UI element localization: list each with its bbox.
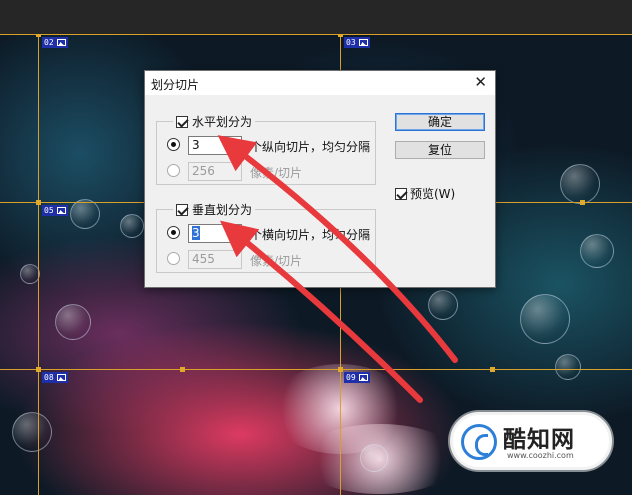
slice-number: 05 <box>44 206 54 215</box>
bubble <box>70 199 100 229</box>
image-slice-icon <box>358 39 368 46</box>
horizontal-pixel-radio[interactable] <box>167 164 180 177</box>
slice-guide-horizontal[interactable] <box>0 369 632 370</box>
slice-handle[interactable] <box>180 367 185 372</box>
slice-tag[interactable]: 05 <box>42 205 68 216</box>
dialog-titlebar[interactable]: 划分切片 ✕ <box>145 71 495 95</box>
checkbox-checked-icon[interactable] <box>395 187 407 200</box>
checkbox-checked-icon[interactable] <box>176 115 188 128</box>
slice-tag[interactable]: 08 <box>42 372 68 383</box>
slice-tag[interactable]: 03 <box>344 37 370 48</box>
slice-tag[interactable]: 09 <box>344 372 370 383</box>
slice-number: 09 <box>346 373 356 382</box>
bubble <box>20 264 40 284</box>
close-icon[interactable]: ✕ <box>474 74 487 90</box>
vertical-count-input[interactable]: 3 <box>188 224 242 243</box>
slice-guide-vertical[interactable] <box>38 34 39 495</box>
dialog-title: 划分切片 <box>151 78 200 92</box>
slice-handle[interactable] <box>36 200 41 205</box>
bubble <box>12 412 52 452</box>
reset-button[interactable]: 复位 <box>395 141 485 159</box>
watermark-name: 酷知网 <box>503 427 575 453</box>
vertical-divide-checkbox[interactable]: 垂直划分为 <box>173 201 256 218</box>
watermark-badge: 酷知网 www.coozhi.com <box>450 412 612 470</box>
slice-handle[interactable] <box>580 200 585 205</box>
bubble <box>580 234 614 268</box>
slice-handle[interactable] <box>36 367 41 372</box>
horizontal-count-suffix: 个纵向切片，均匀分隔 <box>250 140 371 154</box>
vertical-pixel-suffix: 像素/切片 <box>250 254 303 268</box>
watermark-logo-icon <box>461 424 497 460</box>
vertical-divide-group: 垂直划分为 3 个横向切片，均匀分隔 455 像素/切片 <box>156 201 376 273</box>
preview-label: 预览(W) <box>410 187 456 201</box>
bubble <box>360 444 388 472</box>
slice-handle[interactable] <box>338 367 343 372</box>
vertical-count-radio[interactable] <box>167 226 180 239</box>
horizontal-divide-label: 水平划分为 <box>192 115 253 129</box>
horizontal-count-input[interactable]: 3 <box>188 136 242 155</box>
image-slice-icon <box>56 207 66 214</box>
vertical-count-suffix: 个横向切片，均匀分隔 <box>250 228 371 242</box>
bubble <box>55 304 91 340</box>
horizontal-count-radio[interactable] <box>167 138 180 151</box>
checkbox-checked-icon[interactable] <box>176 203 188 216</box>
slice-number: 08 <box>44 373 54 382</box>
slice-handle[interactable] <box>338 34 343 37</box>
slice-guide-horizontal[interactable] <box>0 34 632 35</box>
slice-number: 03 <box>346 38 356 47</box>
slice-tag[interactable]: 02 <box>42 37 68 48</box>
bubble <box>555 354 581 380</box>
horizontal-pixel-suffix: 像素/切片 <box>250 166 303 180</box>
vertical-pixel-input[interactable]: 455 <box>188 250 242 269</box>
image-slice-icon <box>56 374 66 381</box>
bubble <box>560 164 600 204</box>
bubble <box>428 290 458 320</box>
horizontal-pixel-input[interactable]: 256 <box>188 162 242 181</box>
image-slice-icon <box>56 39 66 46</box>
app-top-bar <box>0 0 632 34</box>
ok-button[interactable]: 确定 <box>395 113 485 131</box>
slice-number: 02 <box>44 38 54 47</box>
bubble <box>120 214 144 238</box>
slice-handle[interactable] <box>490 367 495 372</box>
vertical-divide-label: 垂直划分为 <box>192 203 253 217</box>
bubble <box>520 294 570 344</box>
horizontal-divide-checkbox[interactable]: 水平划分为 <box>173 113 256 130</box>
divide-slice-dialog: 划分切片 ✕ 水平划分为 3 个纵向切片，均匀分隔 256 像素/切片 垂直划分… <box>144 70 496 288</box>
preview-checkbox[interactable]: 预览(W) <box>395 185 455 202</box>
image-slice-icon <box>358 374 368 381</box>
watermark-url: www.coozhi.com <box>507 451 574 460</box>
slice-handle[interactable] <box>36 34 41 37</box>
horizontal-divide-group: 水平划分为 3 个纵向切片，均匀分隔 256 像素/切片 <box>156 113 376 185</box>
vertical-pixel-radio[interactable] <box>167 252 180 265</box>
